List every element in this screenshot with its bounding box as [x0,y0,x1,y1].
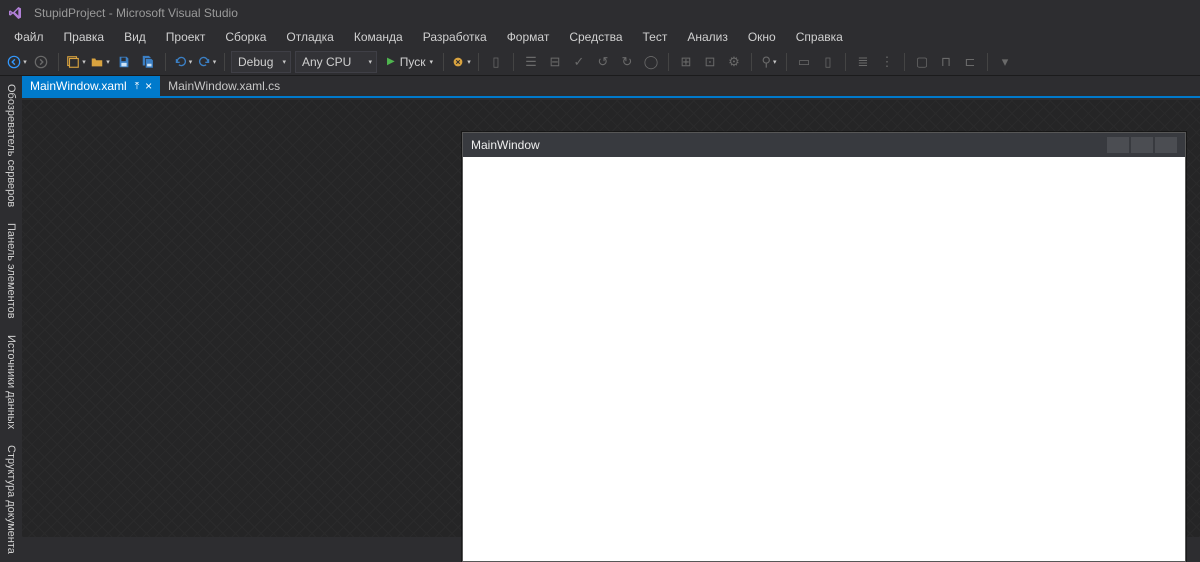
preview-minimize-button [1107,137,1129,153]
lock-button[interactable]: ⊓ [935,51,957,73]
align-bottom-button[interactable]: ↻ [616,51,638,73]
menu-bar: Файл Правка Вид Проект Сборка Отладка Ко… [0,26,1200,48]
solution-platform-combo[interactable]: Any CPU ▾ [295,51,377,73]
preview-maximize-button [1131,137,1153,153]
save-button[interactable] [113,51,135,73]
nav-forward-button[interactable] [30,51,52,73]
menu-file[interactable]: Файл [4,27,54,47]
preview-title-bar: MainWindow [463,133,1185,157]
snap-button[interactable]: ▢ [911,51,933,73]
left-sidebar-tabs: Обозреватель серверов Панель элементов И… [0,76,22,562]
toolbar-separator [58,53,59,71]
distribute-h-button[interactable]: ◯ [640,51,662,73]
start-label: Пуск [400,55,426,69]
toolbar-separator [668,53,669,71]
menu-format[interactable]: Формат [497,27,560,47]
pin-icon[interactable]: ⤒ [135,81,139,92]
menu-window[interactable]: Окно [738,27,786,47]
start-debug-button[interactable]: ▶ Пуск ▾ [381,51,437,73]
menu-team[interactable]: Команда [344,27,413,47]
save-all-button[interactable] [137,51,159,73]
menu-view[interactable]: Вид [114,27,156,47]
grid-toggle-button[interactable]: ⋮ [876,51,898,73]
align-right-button[interactable]: ✓ [568,51,590,73]
send-back-button[interactable]: ▯ [817,51,839,73]
play-icon: ▶ [387,56,395,67]
toolbar-separator [224,53,225,71]
align-left-button[interactable]: ☰ [520,51,542,73]
space-h-button[interactable]: ⚲▾ [758,51,780,73]
menu-edit[interactable]: Правка [54,27,115,47]
menu-analyze[interactable]: Анализ [677,27,738,47]
chevron-down-icon: ▾ [368,58,372,66]
xaml-designer-surface[interactable]: MainWindow [22,100,1200,537]
align-center-button[interactable]: ⊟ [544,51,566,73]
close-icon[interactable]: × [145,79,152,93]
tab-label: MainWindow.xaml [30,79,127,93]
chevron-down-icon: ▾ [282,58,286,66]
redo-button[interactable]: ▾ [196,51,218,73]
document-tab-row: MainWindow.xaml ⤒ × MainWindow.xaml.cs [22,76,1200,98]
align-top-button[interactable]: ↺ [592,51,614,73]
title-bar: StupidProject - Microsoft Visual Studio [0,0,1200,26]
bring-front-button[interactable]: ▭ [793,51,815,73]
menu-project[interactable]: Проект [156,27,216,47]
sidetab-data-sources[interactable]: Источники данных [2,327,20,437]
window-title: StupidProject - Microsoft Visual Studio [34,6,238,20]
toolbar-separator [786,53,787,71]
window-preview[interactable]: MainWindow [462,132,1186,562]
undo-button[interactable]: ▾ [172,51,194,73]
menu-build[interactable]: Сборка [215,27,276,47]
visual-studio-logo-icon [6,5,24,21]
menu-help[interactable]: Справка [786,27,853,47]
toolbar-separator [751,53,752,71]
browser-link-button[interactable]: ▾ [450,51,472,73]
menu-design[interactable]: Разработка [413,27,497,47]
overflow-button[interactable]: ▾ [994,51,1016,73]
tab-mainwindow-xaml-cs[interactable]: MainWindow.xaml.cs [160,76,288,96]
toolbar-separator [845,53,846,71]
size-width-button[interactable]: ⊞ [675,51,697,73]
solution-config-combo[interactable]: Debug ▾ [231,51,291,73]
toolbar: ▾ ▾ ▾ ▾ ▾ Debug ▾ Any CPU ▾ ▶ Пуск ▾ [0,48,1200,76]
sidetab-document-outline[interactable]: Структура документа [2,437,20,562]
toolbar-separator [987,53,988,71]
toolbar-separator [478,53,479,71]
solution-config-value: Debug [238,55,273,69]
tab-label: MainWindow.xaml.cs [168,79,280,93]
sidetab-toolbox[interactable]: Панель элементов [2,215,20,327]
size-height-button[interactable]: ⊡ [699,51,721,73]
preview-close-button [1155,137,1177,153]
misc-button[interactable]: ⊏ [959,51,981,73]
new-project-button[interactable]: ▾ [65,51,87,73]
nav-back-button[interactable]: ▾ [6,51,28,73]
open-file-button[interactable]: ▾ [89,51,111,73]
solution-platform-value: Any CPU [302,55,351,69]
preview-client-area[interactable] [463,157,1185,561]
menu-test[interactable]: Тест [633,27,678,47]
menu-tools[interactable]: Средства [559,27,632,47]
layout-group-button[interactable]: ▯ [485,51,507,73]
tab-mainwindow-xaml[interactable]: MainWindow.xaml ⤒ × [22,76,160,96]
toolbar-separator [443,53,444,71]
preview-window-title: MainWindow [471,138,540,152]
toolbar-separator [513,53,514,71]
sidetab-server-explorer[interactable]: Обозреватель серверов [2,76,20,215]
size-both-button[interactable]: ⚙ [723,51,745,73]
menu-debug[interactable]: Отладка [276,27,343,47]
toolbar-separator [904,53,905,71]
tab-order-button[interactable]: ≣ [852,51,874,73]
toolbar-separator [165,53,166,71]
chevron-down-icon: ▾ [429,58,433,66]
